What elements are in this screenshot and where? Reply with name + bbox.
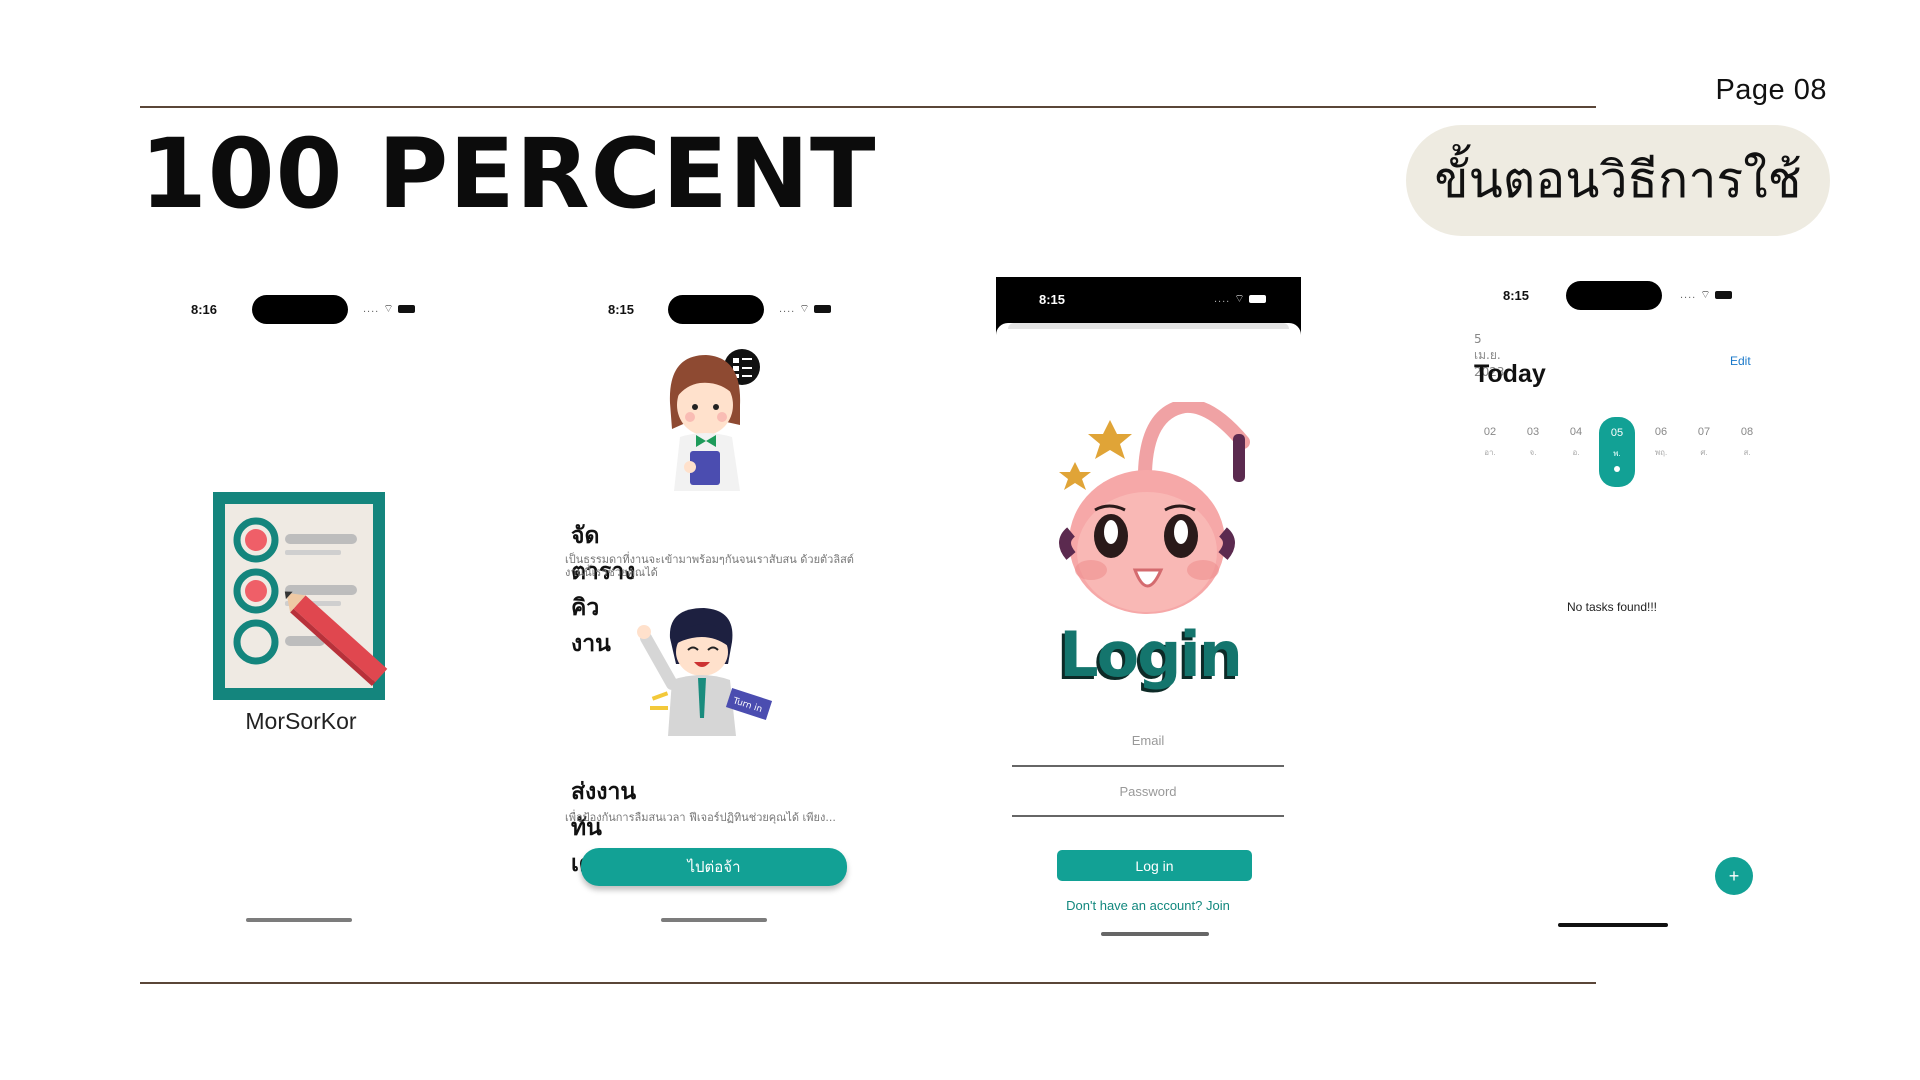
- bottom-divider: [140, 982, 1596, 984]
- email-underline: [1012, 765, 1284, 767]
- steps-pill: ขั้นตอนวิธีการใช้: [1406, 125, 1830, 236]
- day-of-week: ส.: [1743, 448, 1751, 457]
- girl-illustration: [669, 349, 760, 491]
- password-underline: [1012, 815, 1284, 817]
- checklist-app-icon: [213, 492, 388, 700]
- signup-link[interactable]: Don't have an account? Join: [1012, 898, 1284, 913]
- dynamic-island: [1566, 281, 1662, 310]
- day-of-week: ศ.: [1700, 448, 1708, 457]
- top-divider: [140, 106, 1596, 108]
- day-item[interactable]: 06 พฤ.: [1645, 426, 1677, 459]
- status-time: 8:15: [608, 302, 635, 317]
- today-heading: Today: [1474, 360, 1546, 388]
- day-number: 05: [1610, 427, 1624, 439]
- app-name: MorSorKor: [245, 708, 357, 734]
- dynamic-island: [668, 295, 764, 324]
- battery-icon: [1248, 295, 1266, 303]
- password-field[interactable]: Password: [1012, 784, 1284, 799]
- add-task-button[interactable]: +: [1715, 857, 1753, 895]
- day-item[interactable]: 07 ศ.: [1688, 426, 1720, 459]
- wifi-icon: ⌔: [799, 303, 810, 315]
- day-item[interactable]: 03 จ.: [1517, 426, 1549, 459]
- home-indicator: [1101, 932, 1209, 936]
- day-item[interactable]: 04 อ.: [1560, 426, 1592, 459]
- battery-icon: [397, 305, 415, 313]
- home-indicator: [1558, 923, 1668, 927]
- status-time: 8:16: [191, 302, 218, 317]
- login-logo: Login: [1059, 618, 1243, 691]
- day-number: 08: [1740, 426, 1754, 438]
- battery-icon: [1714, 291, 1732, 299]
- mascot-illustration: [1059, 402, 1250, 614]
- onboarding-title-1: จัดตารางคิวงาน: [571, 523, 636, 657]
- wifi-icon: ⌔: [1234, 293, 1245, 305]
- onboarding-text-1: เป็นธรรมดาที่งานจะเข้ามาพร้อมๆกันจนเราสั…: [565, 553, 854, 579]
- status-icons: .... ⌔: [1680, 288, 1732, 302]
- wifi-icon: ⌔: [383, 303, 394, 315]
- plus-icon: +: [1728, 865, 1740, 886]
- slide-title: 100 PERCENT: [140, 118, 877, 230]
- day-of-week: อ.: [1572, 448, 1580, 457]
- today-dot: [1614, 466, 1620, 472]
- status-icons: .... ⌔: [779, 302, 831, 316]
- battery-icon: [813, 305, 831, 313]
- edit-button[interactable]: Edit: [1730, 354, 1751, 368]
- day-number: 04: [1569, 426, 1583, 438]
- sheet-edge: [1008, 323, 1289, 329]
- day-number: 03: [1526, 426, 1540, 438]
- day-item-selected[interactable]: 05 พ.: [1599, 417, 1635, 487]
- login-button[interactable]: Log in: [1057, 850, 1252, 881]
- status-time: 8:15: [1039, 292, 1066, 307]
- home-indicator: [661, 918, 767, 922]
- page-number: Page 08: [1715, 74, 1827, 106]
- continue-button[interactable]: ไปต่อจ้า: [581, 848, 847, 886]
- email-field[interactable]: Email: [1012, 733, 1284, 748]
- status-icons: .... ⌔: [363, 302, 415, 316]
- day-of-week: อา.: [1484, 448, 1496, 457]
- day-number: 06: [1654, 426, 1668, 438]
- day-of-week: พฤ.: [1654, 448, 1668, 457]
- day-item[interactable]: 08 ส.: [1731, 426, 1763, 459]
- day-number: 02: [1483, 426, 1497, 438]
- status-time: 8:15: [1503, 288, 1530, 303]
- wifi-icon: ⌔: [1700, 289, 1711, 301]
- empty-state-text: No tasks found!!!: [1566, 600, 1658, 614]
- onboarding-text-2: เพื่อป้องกันการลืมสนเวลา ฟีเจอร์ปฏิทินช่…: [565, 811, 836, 824]
- home-indicator: [246, 918, 352, 922]
- boy-illustration: Turn in: [637, 608, 773, 736]
- day-number: 07: [1697, 426, 1711, 438]
- steps-pill-label: ขั้นตอนวิธีการใช้: [1434, 151, 1802, 209]
- day-of-week: จ.: [1529, 448, 1537, 457]
- day-of-week: พ.: [1613, 449, 1621, 458]
- day-item[interactable]: 02 อา.: [1474, 426, 1506, 459]
- dynamic-island: [252, 295, 348, 324]
- status-icons: .... ⌔: [1214, 292, 1266, 306]
